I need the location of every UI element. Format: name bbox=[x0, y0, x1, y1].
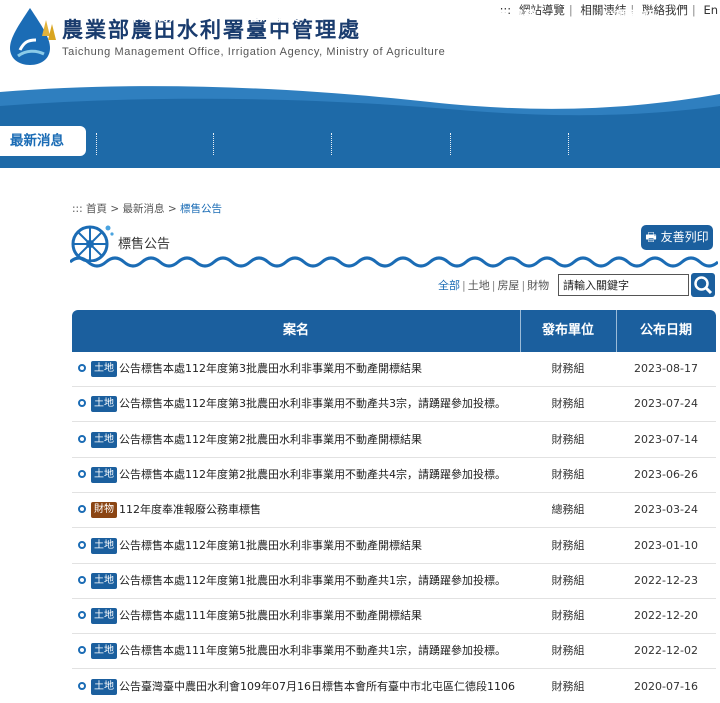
table-row[interactable]: 土地 公告標售本處111年度第5批農田水利非事業用不動產共1宗，請踴躍參加投標。 財… bbox=[72, 634, 716, 670]
breadcrumb: ::: 首頁 > 最新消息 > 標售公告 bbox=[72, 201, 222, 216]
bullet-icon bbox=[78, 434, 86, 443]
table-row[interactable]: 土地 公告標售本處111年度第5批農田水利非事業用不動產開標結果 財務組 2022-1… bbox=[72, 599, 716, 635]
announcement-link[interactable]: 公告標售本處112年度第2批農田水利非事業用不動產共4宗，請踴躍參加投標。 bbox=[119, 467, 519, 483]
search-input[interactable] bbox=[558, 274, 689, 296]
filter-property[interactable]: 財物 bbox=[527, 279, 549, 292]
publishing-unit: 財務組 bbox=[551, 538, 585, 552]
site-subtitle: Taichung Management Office, Irrigation A… bbox=[62, 46, 446, 58]
printer-icon: 🖶 bbox=[645, 230, 657, 244]
publishing-unit: 財務組 bbox=[551, 362, 585, 375]
category-tag: 土地 bbox=[91, 572, 117, 589]
publish-date: 2023-06-26 bbox=[634, 467, 698, 481]
breadcrumb-accesskey[interactable]: ::: bbox=[72, 203, 83, 215]
category-tag: 土地 bbox=[91, 608, 117, 625]
publishing-unit: 財務組 bbox=[551, 573, 585, 587]
nav-item-news[interactable]: 最新消息 bbox=[0, 126, 86, 156]
table-row[interactable]: 土地 公告標售本處112年度第2批農田水利非事業用不動產開標結果 財務組 2023-0… bbox=[72, 423, 716, 458]
publishing-unit: 財務組 bbox=[551, 644, 585, 658]
nav-item-history[interactable]: 埤圳簡史 bbox=[337, 0, 447, 34]
publish-date: 2023-01-10 bbox=[634, 538, 698, 552]
nav-divider bbox=[331, 133, 332, 155]
table-row[interactable]: 土地 公告標售本處112年度第1批農田水利非事業用不動產開標結果 財務組 2023-0… bbox=[72, 529, 716, 564]
publishing-unit: 財務組 bbox=[551, 679, 585, 693]
column-header-date: 公布日期 bbox=[639, 323, 692, 338]
nav-band bbox=[0, 86, 720, 168]
breadcrumb-current[interactable]: 標售公告 bbox=[180, 203, 222, 215]
publishing-unit: 財務組 bbox=[551, 397, 585, 411]
nav-item-public-info[interactable]: 公開資訊 bbox=[574, 0, 684, 34]
announcement-link[interactable]: 公告標售本處112年度第3批農田水利非事業用不動產開標結果 bbox=[119, 361, 519, 377]
nav-item-about[interactable]: 本處簡介 bbox=[100, 0, 210, 34]
breadcrumb-separator: > bbox=[167, 203, 177, 215]
bullet-icon bbox=[78, 540, 86, 549]
publish-date: 2022-12-02 bbox=[634, 644, 698, 658]
bullet-icon bbox=[78, 505, 86, 514]
nav-divider bbox=[450, 133, 451, 155]
publishing-unit: 總務組 bbox=[551, 503, 585, 517]
table-row[interactable]: 土地 公告標售本處112年度第1批農田水利非事業用不動產共1宗，請踴躍參加投標。 財… bbox=[72, 564, 716, 599]
publishing-unit: 財務組 bbox=[551, 609, 585, 623]
category-tag: 土地 bbox=[91, 361, 117, 377]
page-title: 標售公告 bbox=[118, 237, 171, 252]
nav-divider bbox=[96, 133, 97, 155]
table-row[interactable]: 土地 公告標售本處112年度第3批農田水利非事業用不動產開標結果 財務組 2023-0… bbox=[72, 352, 716, 387]
breadcrumb-home[interactable]: 首頁 bbox=[86, 203, 107, 215]
breadcrumb-news[interactable]: 最新消息 bbox=[122, 203, 164, 215]
publish-date: 2022-12-23 bbox=[634, 573, 698, 587]
publishing-unit: 財務組 bbox=[551, 467, 585, 481]
publish-date: 2020-07-16 bbox=[634, 679, 698, 693]
announcement-link[interactable]: 112年度奉准報廢公務車標售 bbox=[119, 502, 519, 518]
category-filters: 全部 | 土地 | 房屋 | 財物 bbox=[438, 279, 550, 292]
announcement-link[interactable]: 公告標售本處111年度第5批農田水利非事業用不動產開標結果 bbox=[119, 608, 519, 624]
publishing-unit: 財務組 bbox=[551, 432, 585, 446]
category-tag: 土地 bbox=[91, 431, 117, 448]
bullet-icon bbox=[78, 611, 86, 620]
wave-divider bbox=[70, 256, 718, 268]
search-icon bbox=[694, 276, 713, 295]
bullet-icon bbox=[78, 399, 86, 408]
table-row[interactable]: 土地 公告臺灣臺中農田水利會109年07月16日標售本會所有臺中市北屯區仁德段11… bbox=[72, 670, 716, 703]
table-row[interactable]: 財物 112年度奉准報廢公務車標售 總務組 2023-03-24 bbox=[72, 493, 716, 529]
column-header-title: 案名 bbox=[282, 323, 309, 338]
bullet-icon bbox=[78, 364, 86, 372]
publish-date: 2023-07-14 bbox=[634, 432, 698, 446]
category-tag: 土地 bbox=[91, 396, 117, 413]
print-button[interactable]: 🖶 友善列印 bbox=[641, 225, 713, 250]
announcement-link[interactable]: 公告標售本處112年度第3批農田水利非事業用不動產共3宗，請踴躍參加投標。 bbox=[119, 396, 519, 412]
nav-divider bbox=[568, 133, 569, 155]
category-tag: 土地 bbox=[91, 643, 117, 660]
print-button-label: 友善列印 bbox=[660, 230, 709, 244]
category-tag: 土地 bbox=[91, 678, 117, 695]
announcement-link[interactable]: 公告標售本處112年度第1批農田水利非事業用不動產開標結果 bbox=[119, 538, 519, 554]
english-link[interactable]: En bbox=[703, 3, 718, 17]
bullet-icon bbox=[78, 575, 86, 584]
table-row[interactable]: 土地 公告標售本處112年度第2批農田水利非事業用不動產共4宗，請踴躍參加投標。 財… bbox=[72, 458, 716, 493]
announcement-link[interactable]: 公告臺灣臺中農田水利會109年07月16日標售本會所有臺中市北屯區仁德段1106 bbox=[119, 679, 519, 695]
publish-date: 2023-08-17 bbox=[634, 362, 698, 375]
breadcrumb-separator: > bbox=[110, 203, 120, 215]
table-header: 案名 發布單位 公布日期 bbox=[72, 310, 716, 352]
nav-item-services[interactable]: 便民服務 bbox=[455, 0, 565, 34]
filter-land[interactable]: 土地 bbox=[468, 279, 490, 292]
column-header-unit: 發布單位 bbox=[541, 323, 594, 338]
announcement-link[interactable]: 公告標售本處112年度第2批農田水利非事業用不動產開標結果 bbox=[119, 432, 519, 448]
logo-icon[interactable] bbox=[6, 6, 58, 66]
publish-date: 2023-07-24 bbox=[634, 397, 698, 411]
publish-date: 2023-03-24 bbox=[634, 503, 698, 517]
category-tag: 土地 bbox=[91, 466, 117, 483]
category-tag: 財物 bbox=[91, 502, 117, 519]
table-row[interactable]: 土地 公告標售本處112年度第3批農田水利非事業用不動產共3宗，請踴躍參加投標。 財… bbox=[72, 387, 716, 423]
announcement-link[interactable]: 公告標售本處112年度第1批農田水利非事業用不動產共1宗，請踴躍參加投標。 bbox=[119, 573, 519, 589]
category-tag: 土地 bbox=[91, 537, 117, 554]
search-button[interactable] bbox=[691, 273, 715, 297]
filter-house[interactable]: 房屋 bbox=[497, 279, 519, 292]
nav-divider bbox=[213, 133, 214, 155]
announcement-link[interactable]: 公告標售本處111年度第5批農田水利非事業用不動產共1宗，請踴躍參加投標。 bbox=[119, 643, 519, 659]
publish-date: 2022-12-20 bbox=[634, 609, 698, 623]
bullet-icon bbox=[78, 469, 86, 478]
nav-item-irrigation[interactable]: 灌溉事業 bbox=[218, 0, 328, 34]
bullet-icon bbox=[78, 681, 86, 690]
filter-all[interactable]: 全部 bbox=[438, 279, 460, 292]
bullet-icon bbox=[78, 646, 86, 655]
